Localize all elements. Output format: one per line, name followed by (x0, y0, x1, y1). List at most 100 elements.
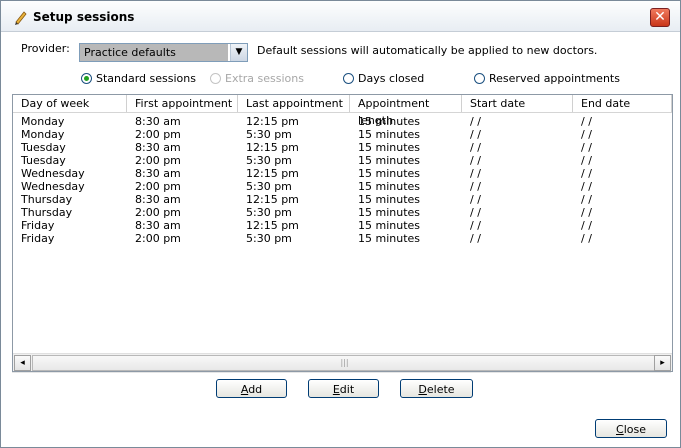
table-cell: / / (470, 141, 481, 154)
add-button-label: dd (248, 383, 263, 396)
table-cell: Tuesday (21, 141, 66, 154)
column-header[interactable]: Appointment length (350, 95, 462, 127)
table-cell: 2:00 pm (135, 232, 181, 245)
title-bar[interactable]: Setup sessions ✕ (1, 1, 680, 32)
radio-label: Extra sessions (225, 72, 304, 85)
table-cell: 15 minutes (358, 167, 421, 180)
table-cell: Thursday (21, 206, 73, 219)
scroll-right-icon[interactable]: ▸ (654, 355, 671, 371)
table-cell: 15 minutes (358, 232, 421, 245)
table-cell: / / (581, 115, 592, 128)
table-cell: 12:15 pm (246, 219, 299, 232)
table-cell: 8:30 am (135, 141, 181, 154)
table-row[interactable]: Tuesday 8:30 am 12:15 pm 15 minutes / / / / (13, 141, 672, 154)
table-cell: 12:15 pm (246, 193, 299, 206)
table-cell: 2:00 pm (135, 180, 181, 193)
scroll-left-icon[interactable]: ◂ (14, 355, 31, 371)
close-button[interactable]: Close (595, 419, 667, 438)
table-cell: Wednesday (21, 180, 85, 193)
table-cell: 8:30 am (135, 115, 181, 128)
table-cell: 12:15 pm (246, 141, 299, 154)
sessions-list[interactable]: Day of week First appointment Last appoint… (12, 94, 673, 372)
table-cell: 15 minutes (358, 219, 421, 232)
edit-button-label: dit (339, 383, 355, 396)
radio-option[interactable]: Standard sessions (81, 72, 196, 85)
table-cell: Thursday (21, 193, 73, 206)
window-title: Setup sessions (33, 10, 135, 24)
radio-circle-icon[interactable] (343, 73, 354, 84)
table-cell: / / (470, 219, 481, 232)
table-row[interactable]: Wednesday 8:30 am 12:15 pm 15 minutes / / / / (13, 167, 672, 180)
table-cell: Monday (21, 115, 65, 128)
table-cell: / / (470, 128, 481, 141)
table-row[interactable]: Monday 8:30 am 12:15 pm 15 minutes / / / / (13, 115, 672, 128)
radio-option[interactable]: Days closed (343, 72, 424, 85)
column-header[interactable]: End date (573, 95, 672, 112)
table-cell: 5:30 pm (246, 180, 292, 193)
table-row[interactable]: Monday 2:00 pm 5:30 pm 15 minutes / / / / (13, 128, 672, 141)
edit-button[interactable]: Edit (308, 379, 379, 398)
radio-option: Extra sessions (210, 72, 304, 85)
table-cell: 2:00 pm (135, 128, 181, 141)
radio-circle-icon (210, 73, 221, 84)
table-cell: / / (470, 232, 481, 245)
table-cell: 12:15 pm (246, 115, 299, 128)
delete-button-mnemonic: D (418, 383, 427, 396)
table-cell: 15 minutes (358, 180, 421, 193)
pen-icon (15, 11, 27, 25)
table-row[interactable]: Tuesday 2:00 pm 5:30 pm 15 minutes / / / / (13, 154, 672, 167)
table-cell: / / (581, 193, 592, 206)
table-cell: 2:00 pm (135, 206, 181, 219)
table-cell: 5:30 pm (246, 154, 292, 167)
radio-circle-icon[interactable] (81, 73, 92, 84)
table-row[interactable]: Friday 2:00 pm 5:30 pm 15 minutes / / / / (13, 232, 672, 245)
table-cell: 15 minutes (358, 154, 421, 167)
provider-note: Default sessions will automatically be a… (257, 44, 598, 57)
table-cell: 2:00 pm (135, 154, 181, 167)
column-header[interactable]: Day of week (13, 95, 127, 112)
table-cell: 8:30 am (135, 219, 181, 232)
column-header[interactable]: Start date (462, 95, 573, 112)
table-row[interactable]: Thursday 8:30 am 12:15 pm 15 minutes / / / / (13, 193, 672, 206)
table-cell: 15 minutes (358, 206, 421, 219)
radio-label: Standard sessions (96, 72, 196, 85)
table-cell: 15 minutes (358, 115, 421, 128)
table-cell: 15 minutes (358, 141, 421, 154)
column-header[interactable]: Last appointment (238, 95, 350, 112)
radio-label: Days closed (358, 72, 425, 85)
table-cell: / / (581, 206, 592, 219)
table-cell: / / (470, 115, 481, 128)
table-cell: Tuesday (21, 154, 66, 167)
table-cell: Wednesday (21, 167, 85, 180)
column-header[interactable]: First appointment (127, 95, 238, 112)
radio-option[interactable]: Reserved appointments (474, 72, 620, 85)
setup-sessions-window: Setup sessions ✕ Provider: Practice defa… (0, 0, 681, 448)
close-window-button[interactable]: ✕ (650, 8, 670, 27)
table-cell: / / (581, 154, 592, 167)
table-row[interactable]: Friday 8:30 am 12:15 pm 15 minutes / / / / (13, 219, 672, 232)
radio-circle-icon[interactable] (474, 73, 485, 84)
delete-button[interactable]: Delete (400, 379, 473, 398)
table-cell: / / (470, 193, 481, 206)
add-button[interactable]: Add (216, 379, 287, 398)
table-row[interactable]: Thursday 2:00 pm 5:30 pm 15 minutes / / / / (13, 206, 672, 219)
horizontal-scrollbar[interactable]: ◂ ||| ▸ (13, 353, 672, 371)
table-cell: / / (581, 180, 592, 193)
table-cell: 8:30 am (135, 167, 181, 180)
provider-dropdown[interactable]: Practice defaults ▼ (79, 43, 248, 62)
chevron-down-icon[interactable]: ▼ (230, 44, 247, 61)
edit-button-mnemonic: E (332, 383, 340, 396)
table-cell: 12:15 pm (246, 167, 299, 180)
table-cell: 5:30 pm (246, 232, 292, 245)
table-row[interactable]: Wednesday 2:00 pm 5:30 pm 15 minutes / / / / (13, 180, 672, 193)
table-cell: 8:30 am (135, 193, 181, 206)
sessions-list-header: Day of week First appointment Last appoint… (13, 95, 672, 127)
table-cell: / / (581, 141, 592, 154)
table-cell: Friday (21, 219, 55, 232)
table-cell: / / (581, 232, 592, 245)
provider-selected-value: Practice defaults (80, 44, 228, 61)
divider (12, 372, 671, 373)
close-button-label: lose (623, 423, 646, 436)
scrollbar-thumb[interactable]: ||| (32, 355, 657, 371)
table-cell: / / (470, 167, 481, 180)
